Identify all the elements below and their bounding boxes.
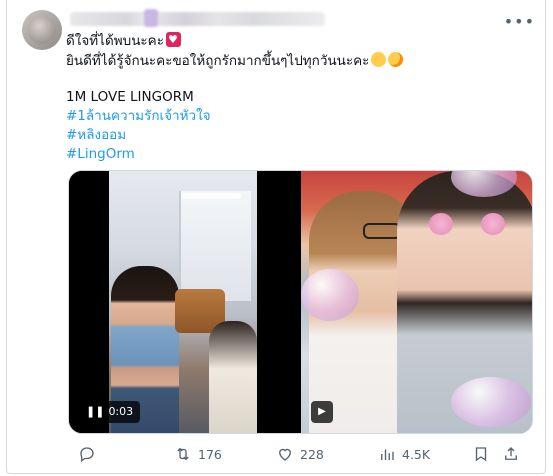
reply-button[interactable] bbox=[78, 443, 102, 465]
smile-emoji-icon bbox=[371, 52, 387, 67]
video-2[interactable]: ▶ bbox=[301, 171, 532, 433]
share-button[interactable] bbox=[502, 443, 520, 465]
author-name-redacted[interactable] bbox=[70, 9, 325, 27]
hashtag-link[interactable]: #LingOrm bbox=[66, 145, 135, 164]
view-count: 4.5K bbox=[402, 446, 431, 462]
like-button[interactable]: 228 bbox=[276, 443, 324, 465]
views-icon bbox=[378, 445, 396, 463]
video-1-frame bbox=[109, 171, 257, 433]
post-line1-text: ดีใจที่ได้พบนะคะ bbox=[66, 33, 164, 49]
retweet-count: 176 bbox=[198, 446, 222, 462]
post-line2-text: ยินดีที่ได้รู้จักนะคะขอให้ถูกรักมากขึ้นๆ… bbox=[66, 53, 370, 69]
hearts-face-emoji-icon bbox=[388, 52, 404, 67]
retweet-icon bbox=[174, 445, 192, 463]
like-count: 228 bbox=[300, 446, 324, 462]
views-button[interactable]: 4.5K bbox=[378, 443, 430, 465]
post-text-line3: 1M LOVE LINGORM bbox=[66, 89, 194, 105]
hashtag-link[interactable]: #หลิงออม bbox=[66, 126, 126, 145]
share-icon bbox=[502, 445, 520, 463]
post-text-line2: ยินดีที่ได้รู้จักนะคะขอให้ถูกรักมากขึ้นๆ… bbox=[66, 52, 404, 71]
media-grid: ❚❚ 0:03 ▶ bbox=[68, 170, 533, 434]
post-text-line1: ดีใจที่ได้พบนะคะ bbox=[66, 32, 181, 51]
video-1-controls[interactable]: ❚❚ 0:03 bbox=[79, 401, 141, 423]
pause-icon[interactable]: ❚❚ bbox=[86, 405, 104, 418]
heart-emoji-icon bbox=[165, 32, 181, 47]
video-1-time: 0:03 bbox=[108, 405, 134, 418]
action-bar: 176 228 4.5K bbox=[78, 443, 518, 465]
like-icon bbox=[276, 445, 294, 463]
more-icon[interactable]: ••• bbox=[504, 12, 535, 31]
bookmark-icon bbox=[472, 445, 490, 463]
retweet-button[interactable]: 176 bbox=[174, 443, 222, 465]
bookmark-button[interactable] bbox=[472, 443, 490, 465]
reply-icon bbox=[78, 445, 96, 463]
avatar[interactable] bbox=[22, 10, 62, 50]
hashtag-link[interactable]: #1ล้านความรักเจ้าหัวใจ bbox=[66, 107, 211, 126]
video-1[interactable]: ❚❚ 0:03 bbox=[69, 171, 299, 433]
play-icon[interactable]: ▶ bbox=[311, 401, 333, 423]
